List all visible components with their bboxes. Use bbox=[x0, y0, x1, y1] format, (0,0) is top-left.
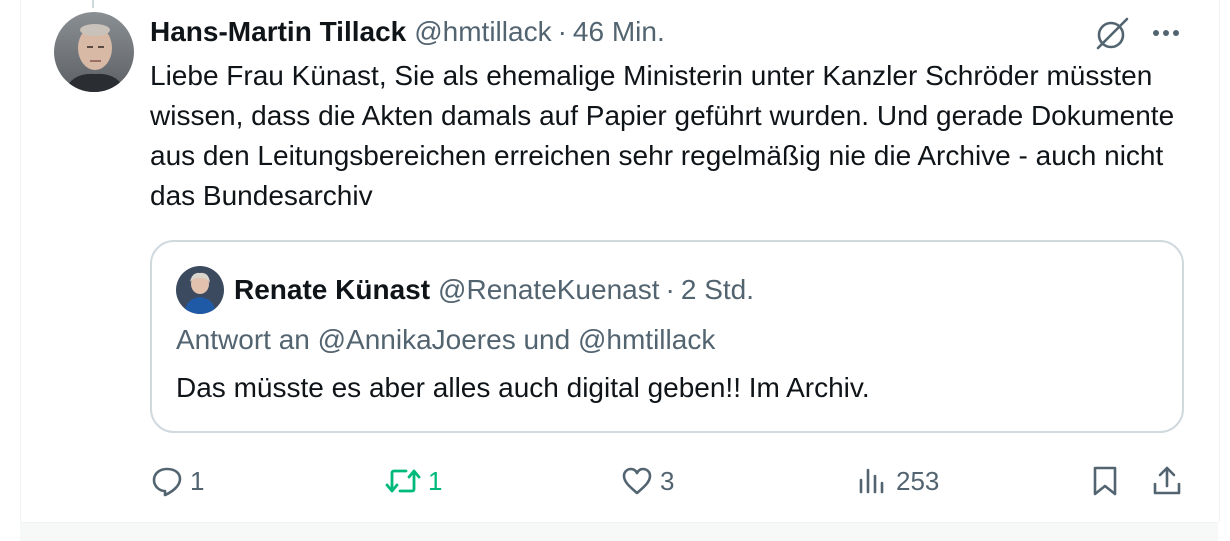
author-avatar[interactable] bbox=[54, 12, 134, 92]
quoted-tweet[interactable]: Renate Künast @RenateKuenast · 2 Std. An… bbox=[150, 240, 1184, 433]
like-button[interactable]: 3 bbox=[620, 460, 674, 502]
bookmark-button[interactable] bbox=[1090, 460, 1120, 502]
grok-icon[interactable] bbox=[1092, 14, 1132, 54]
bookmark-icon bbox=[1090, 464, 1120, 498]
share-icon bbox=[1150, 464, 1184, 498]
quoted-tweet-text: Das müsste es aber alles auch digital ge… bbox=[176, 372, 870, 403]
quoted-header-separator: · bbox=[665, 274, 675, 305]
reply-icon bbox=[150, 464, 184, 498]
quoted-author-avatar[interactable] bbox=[176, 266, 224, 314]
quoted-timestamp[interactable]: 2 Std. bbox=[681, 274, 754, 306]
author-handle[interactable]: @hmtillack bbox=[414, 16, 551, 48]
tweet-timestamp[interactable]: 46 Min. bbox=[573, 16, 665, 48]
next-tweet-divider bbox=[20, 522, 1218, 541]
views-button[interactable]: 253 bbox=[856, 460, 939, 502]
tweet-header: Hans-Martin Tillack @hmtillack · 46 Min. bbox=[150, 14, 665, 50]
quoted-author-handle[interactable]: @RenateKuenast bbox=[438, 274, 659, 306]
views-count: 253 bbox=[896, 465, 940, 496]
heart-icon bbox=[620, 464, 654, 498]
reply-button[interactable]: 1 bbox=[150, 460, 204, 502]
reply-count: 1 bbox=[190, 465, 205, 496]
quoted-reply-context: Antwort an @AnnikaJoeres und @hmtillack bbox=[176, 324, 716, 355]
tweet-text: Liebe Frau Künast, Sie als ehemalige Min… bbox=[150, 60, 1175, 211]
retweet-button[interactable]: 1 bbox=[384, 460, 442, 502]
thread-connector-line bbox=[92, 0, 94, 8]
quoted-author-name[interactable]: Renate Künast bbox=[234, 274, 430, 306]
retweet-count: 1 bbox=[428, 465, 443, 496]
share-button[interactable] bbox=[1150, 460, 1184, 502]
header-separator: · bbox=[557, 16, 567, 47]
retweet-icon bbox=[384, 464, 422, 498]
like-count: 3 bbox=[660, 465, 675, 496]
views-icon bbox=[856, 464, 890, 498]
author-name[interactable]: Hans-Martin Tillack bbox=[150, 16, 406, 48]
more-icon[interactable] bbox=[1148, 18, 1184, 48]
quoted-tweet-header: Renate Künast @RenateKuenast · 2 Std. bbox=[234, 270, 754, 310]
